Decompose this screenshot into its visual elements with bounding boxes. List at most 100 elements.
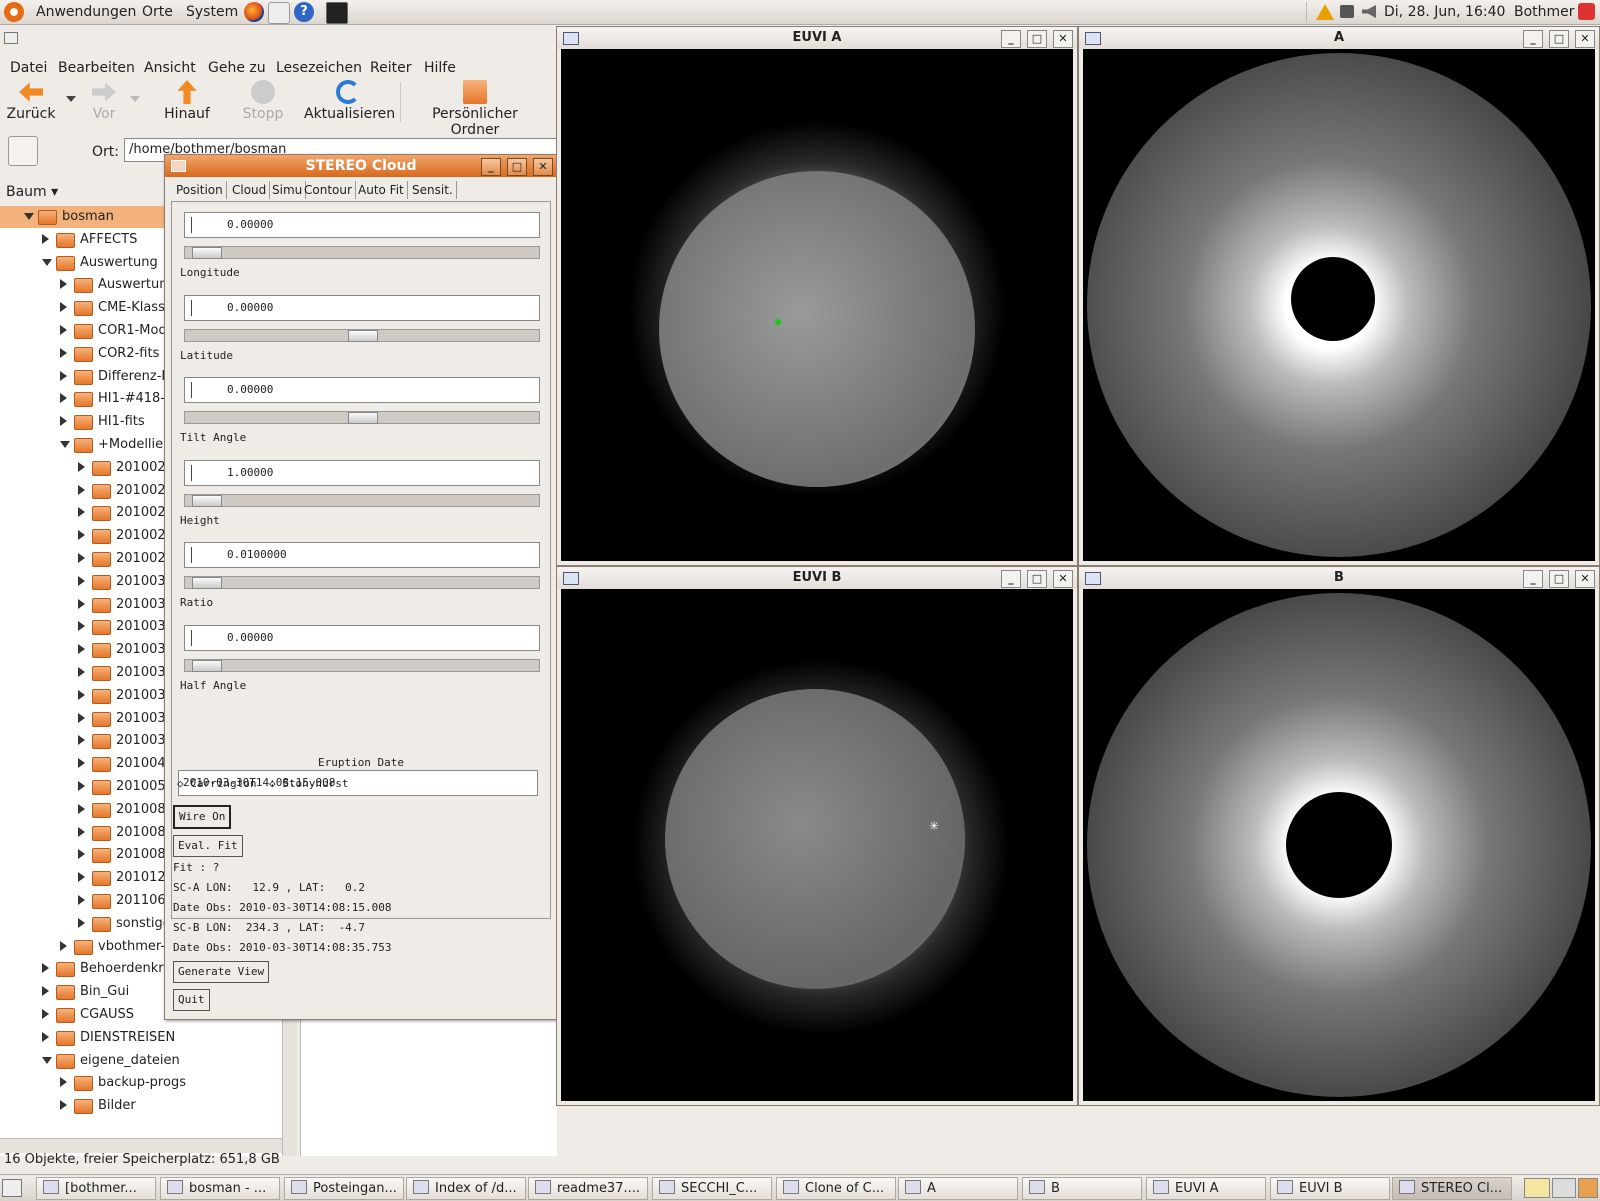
tab-contour[interactable]: Contour [301,181,356,199]
wire-on-button[interactable]: Wire On [173,805,232,829]
workspace-2-icon[interactable] [1552,1178,1576,1198]
param-slider-height[interactable] [184,493,540,507]
expander-right-icon[interactable] [78,917,85,928]
expander-right-icon[interactable] [78,575,85,586]
home-button[interactable]: Persönlicher Ordner [410,80,540,138]
expander-right-icon[interactable] [42,233,49,244]
expander-right-icon[interactable] [60,325,67,335]
tree-row-dienstreisen[interactable]: DIENSTREISEN [0,1027,282,1049]
back-button[interactable]: Zurück [6,80,56,122]
expander-right-icon[interactable] [78,507,85,518]
window-menu-icon[interactable] [4,32,18,44]
taskbar-item[interactable]: SECCHI_C... [652,1177,772,1200]
param-input-ratio[interactable]: 0.0100000 [184,542,540,568]
expander-right-icon[interactable] [78,895,85,905]
taskbar-item[interactable]: STEREO Cl... [1392,1177,1512,1200]
expander-right-icon[interactable] [78,689,85,700]
tab-position[interactable]: Position [173,181,227,199]
network-icon[interactable] [1340,5,1354,18]
slider-knob[interactable] [348,329,378,342]
tree-row-backup-progs[interactable]: backup-progs [0,1072,282,1094]
forward-button[interactable]: Vor [86,80,122,122]
cor-b-titlebar[interactable]: B _ □ ✕ [1079,567,1599,589]
taskbar-item[interactable]: [bothmer... [36,1177,156,1200]
clock[interactable]: Di, 28. Jun, 16:40 [1384,4,1505,20]
expander-right-icon[interactable] [78,758,85,769]
expander-right-icon[interactable] [78,735,85,746]
expander-right-icon[interactable] [78,849,85,860]
expander-right-icon[interactable] [42,986,49,997]
param-input-latitude[interactable]: 0.00000 [184,294,540,321]
generate-view-button[interactable]: Generate View [173,961,270,983]
maximize-button[interactable]: □ [1027,30,1047,48]
expander-down-icon[interactable] [42,258,52,266]
expander-right-icon[interactable] [78,712,85,723]
menu-bookmarks[interactable]: Lesezeichen [276,60,362,76]
places-menu[interactable]: Orte [142,4,173,20]
expander-right-icon[interactable] [78,781,85,791]
applications-menu[interactable]: Anwendungen [36,4,136,20]
param-slider-latitude[interactable] [184,328,540,342]
taskbar-item[interactable]: bosman - ... [160,1177,280,1200]
minimize-button[interactable]: _ [1523,570,1543,588]
expander-right-icon[interactable] [60,279,67,290]
taskbar-item[interactable]: A [898,1177,1018,1200]
expander-right-icon[interactable] [60,370,67,381]
slider-knob[interactable] [192,494,222,507]
up-button[interactable]: Hinauf [160,80,214,122]
expander-right-icon[interactable] [78,598,85,609]
expander-right-icon[interactable] [60,302,67,313]
taskbar-item[interactable]: EUVI B [1270,1177,1390,1200]
close-button[interactable]: ✕ [533,158,553,176]
expander-right-icon[interactable] [78,553,85,563]
euvi-b-image[interactable]: ✳ [561,589,1073,1101]
ubuntu-logo-icon[interactable] [4,2,24,22]
menu-edit[interactable]: Bearbeiten [58,60,135,76]
maximize-button[interactable]: □ [1549,570,1569,588]
tab-sensit[interactable]: Sensit. [409,181,457,199]
expander-right-icon[interactable] [78,826,85,837]
menu-view[interactable]: Ansicht [144,60,196,76]
window-menu-icon[interactable] [1085,32,1101,45]
expander-right-icon[interactable] [78,530,85,541]
window-menu-icon[interactable] [563,32,579,45]
menu-tabs[interactable]: Reiter [370,60,411,76]
minimize-button[interactable]: _ [1523,30,1543,48]
window-menu-icon[interactable] [171,160,186,172]
expander-right-icon[interactable] [42,1009,49,1019]
taskbar-item[interactable]: EUVI A [1146,1177,1266,1200]
maximize-button[interactable]: □ [1549,30,1569,48]
reload-button[interactable]: Aktualisieren [304,80,395,122]
tab-cloud[interactable]: Cloud [229,181,271,199]
euvi-a-image[interactable] [561,49,1073,561]
system-menu[interactable]: System [186,4,238,20]
trash-icon[interactable] [1578,1178,1598,1198]
expander-right-icon[interactable] [60,393,67,404]
taskbar-item[interactable]: readme37.... [528,1177,648,1200]
slider-knob[interactable] [192,247,222,259]
euvi-a-titlebar[interactable]: EUVI A _ □ ✕ [557,27,1077,49]
cor-a-titlebar[interactable]: A _ □ ✕ [1079,27,1599,49]
radio-carrington[interactable]: ◇ Carrington [177,777,256,790]
expander-right-icon[interactable] [60,416,67,427]
expander-down-icon[interactable] [60,441,70,448]
stereo-titlebar[interactable]: STEREO Cloud _ □ ✕ [165,155,557,177]
tab-auto-fit[interactable]: Auto Fit [355,181,408,199]
location-toggle-icon[interactable] [8,136,38,166]
param-input-half-angle[interactable]: 0.00000 [184,624,540,651]
expander-right-icon[interactable] [60,347,67,358]
param-input-height[interactable]: 1.00000 [184,459,540,486]
expander-right-icon[interactable] [78,644,85,655]
sidebar-mode-select[interactable]: Baum ▾ [6,184,58,200]
slider-knob[interactable] [192,659,222,672]
expander-down-icon[interactable] [24,213,34,220]
firefox-icon[interactable] [244,2,264,22]
close-button[interactable]: ✕ [1575,570,1595,588]
expander-right-icon[interactable] [42,1031,49,1042]
expander-right-icon[interactable] [78,872,85,883]
expander-right-icon[interactable] [78,461,85,472]
workspace-switcher-icon[interactable] [1524,1178,1550,1198]
maximize-button[interactable]: □ [507,158,527,176]
tree-row-bilder[interactable]: Bilder [0,1095,282,1117]
euvi-b-titlebar[interactable]: EUVI B _ □ ✕ [557,567,1077,589]
